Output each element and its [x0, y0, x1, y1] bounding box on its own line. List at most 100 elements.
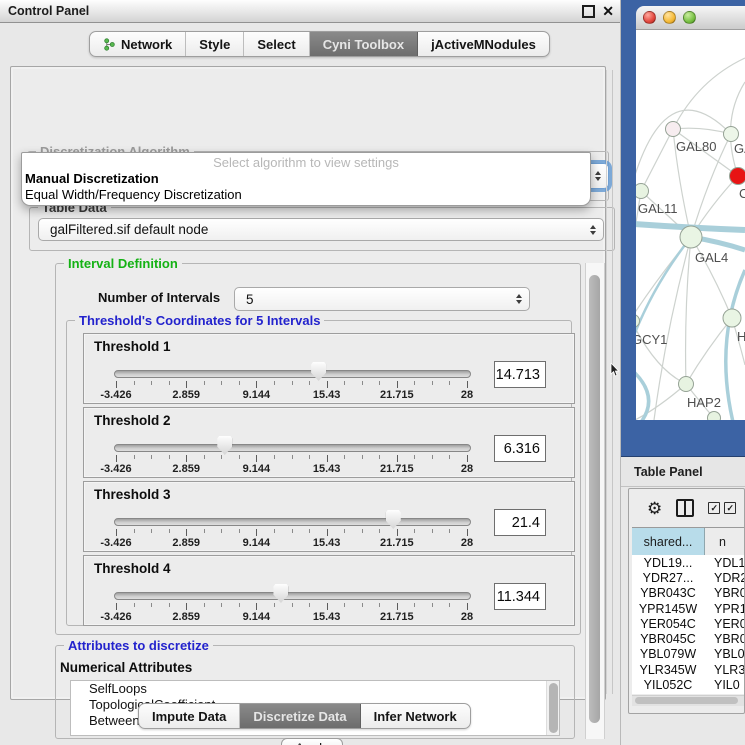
tick-mark — [292, 381, 293, 385]
tab-network[interactable]: Network — [90, 32, 186, 56]
slider-track[interactable] — [114, 370, 471, 378]
tick-mark — [397, 455, 398, 462]
table-row[interactable]: YLR345WYLR3 — [632, 662, 744, 677]
minimize-traffic-light-icon[interactable] — [663, 11, 676, 24]
algorithm-option[interactable]: Equal Width/Frequency Discretization — [25, 187, 593, 203]
tick-label: 2.859 — [158, 611, 214, 623]
table-row[interactable]: YPR145WYPR1 — [632, 601, 744, 616]
tick-mark — [414, 381, 415, 385]
table-row[interactable]: YER054CYER0 — [632, 616, 744, 631]
num-intervals-combo[interactable]: 5 — [234, 287, 530, 311]
slider-thumb[interactable] — [273, 584, 288, 603]
stepper-arrows-icon[interactable] — [590, 219, 596, 240]
tick-label: 15.43 — [299, 537, 355, 549]
close-traffic-light-icon[interactable] — [643, 11, 656, 24]
panel-scrollbar[interactable] — [585, 263, 605, 739]
tab-style[interactable]: Style — [186, 32, 244, 56]
cell-shared-name: YIL052C — [632, 678, 704, 692]
checkbox-icon[interactable]: ✓ — [708, 502, 720, 514]
list-scrollbar[interactable] — [546, 681, 559, 735]
tick-label: 9.144 — [228, 537, 284, 549]
tab-jactivemnodules[interactable]: jActiveMNodules — [418, 32, 549, 56]
columns-icon[interactable] — [676, 499, 694, 517]
column-header-name[interactable]: n — [705, 528, 744, 555]
tab-label: Impute Data — [152, 709, 226, 724]
tick-label: 2.859 — [158, 389, 214, 401]
threshold-value-field[interactable]: 6.316 — [494, 435, 546, 462]
interval-definition-group: Interval Definition Number of Intervals … — [55, 263, 581, 635]
tick-mark — [344, 529, 345, 533]
numerical-attributes-heading: Numerical Attributes — [60, 660, 192, 675]
node-label: GAL11 — [638, 201, 678, 216]
tab-infer-network[interactable]: Infer Network — [361, 704, 470, 728]
tick-label: -3.426 — [88, 389, 144, 401]
threshold-value-field[interactable]: 11.344 — [494, 583, 546, 610]
apply-button[interactable]: Apply — [281, 738, 343, 745]
network-node[interactable] — [723, 309, 741, 327]
slider-thumb[interactable] — [386, 510, 401, 529]
network-node[interactable] — [636, 184, 649, 199]
scrollbar-thumb[interactable] — [549, 683, 558, 733]
threshold-value-field[interactable]: 14.713 — [494, 361, 546, 388]
cell-shared-name: YDL19... — [632, 556, 704, 570]
node-label: GCY1 — [636, 332, 667, 347]
slider-track[interactable] — [114, 518, 471, 526]
network-node[interactable] — [730, 168, 745, 185]
table-row[interactable]: YDR27...YDR2 — [632, 570, 744, 585]
tab-select[interactable]: Select — [244, 32, 309, 56]
network-node[interactable] — [666, 122, 681, 137]
algorithm-option[interactable]: Manual Discretization — [25, 171, 593, 187]
table-row[interactable]: YBR043CYBR0 — [632, 586, 744, 601]
network-node[interactable] — [679, 377, 694, 392]
table-data-combo[interactable]: galFiltered.sif default node — [38, 218, 604, 241]
table-body: YDL19...YDL1YDR27...YDR2YBR043CYBR0YPR14… — [632, 555, 744, 694]
table-row[interactable]: YBL079WYBL0 — [632, 647, 744, 662]
checkbox-icon[interactable]: ✓ — [724, 502, 736, 514]
tab-discretize-data[interactable]: Discretize Data — [240, 704, 360, 728]
list-item[interactable]: SelfLoops — [71, 681, 559, 697]
network-canvas[interactable]: GAL80GACGAL11GAL4GCY1HHAP2 — [636, 30, 745, 420]
tick-label: 2.859 — [158, 537, 214, 549]
network-node[interactable] — [680, 226, 702, 248]
tick-label: 15.43 — [299, 389, 355, 401]
slider-track[interactable] — [114, 444, 471, 452]
tick-mark — [256, 603, 257, 610]
tab-impute-data[interactable]: Impute Data — [139, 704, 240, 728]
stepper-arrows-icon[interactable] — [516, 288, 522, 310]
table-row[interactable]: YDL19...YDL1 — [632, 555, 744, 570]
threshold-value-field[interactable]: 21.4 — [494, 509, 546, 536]
slider-thumb[interactable] — [311, 362, 326, 381]
settings-gear-icon[interactable]: ⚙ — [647, 500, 662, 517]
tick-mark — [116, 603, 117, 610]
stepper-arrows-icon[interactable] — [595, 164, 601, 188]
tick-mark — [221, 455, 222, 459]
network-edge — [673, 58, 745, 129]
table-row[interactable]: YIL052CYIL0 — [632, 677, 744, 692]
tab-label: jActiveMNodules — [431, 37, 536, 52]
network-node[interactable] — [724, 127, 739, 142]
network-edge — [686, 237, 691, 384]
column-header-shared-name[interactable]: shared... — [632, 528, 705, 555]
scrollbar-thumb[interactable] — [635, 697, 738, 704]
tick-mark — [379, 529, 380, 533]
network-node[interactable] — [708, 412, 721, 421]
float-window-icon[interactable] — [582, 5, 595, 18]
tick-mark — [344, 381, 345, 385]
slider-thumb[interactable] — [217, 436, 232, 455]
table-panel-title: Table Panel — [621, 465, 703, 479]
node-label: C — [739, 186, 745, 201]
tick-label: 21.715 — [369, 463, 425, 475]
tick-mark — [239, 603, 240, 607]
tick-mark — [362, 455, 363, 459]
tick-mark — [151, 529, 152, 533]
table-row[interactable]: YBR045CYBR0 — [632, 631, 744, 646]
tick-mark — [256, 455, 257, 462]
cell-name: YPR1 — [704, 602, 744, 616]
tick-mark — [274, 455, 275, 459]
tab-cyni-toolbox[interactable]: Cyni Toolbox — [310, 32, 418, 56]
close-icon[interactable]: ✕ — [602, 0, 614, 22]
slider-track[interactable] — [114, 592, 471, 600]
zoom-traffic-light-icon[interactable] — [683, 11, 696, 24]
scrollbar-thumb[interactable] — [589, 275, 600, 723]
horizontal-scrollbar[interactable] — [632, 695, 744, 706]
